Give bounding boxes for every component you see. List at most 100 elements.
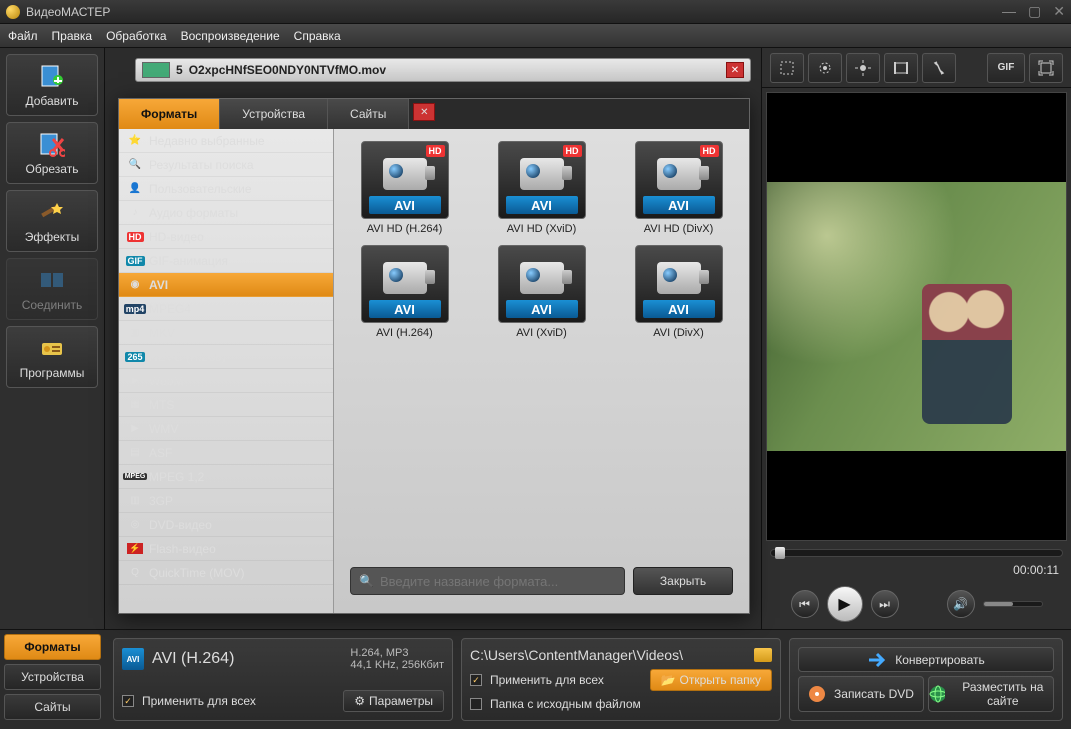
sidebar-item-gif[interactable]: GIFGIF-анимация [119, 249, 333, 273]
minimize-button[interactable]: — [1002, 3, 1016, 20]
sidebar-item-mpeg[interactable]: MPEGMPEG 1,2 [119, 465, 333, 489]
sidebar-item-search[interactable]: 🔍Результаты поиска [119, 153, 333, 177]
same-folder-label: Папка с исходным файлом [490, 697, 641, 711]
play-button[interactable]: ▶ [827, 586, 863, 622]
sidebar-item-disc[interactable]: ◉AVI [119, 273, 333, 297]
playback-controls: ⏮ ▶ ⏭ 🔊 [762, 579, 1071, 629]
next-button[interactable]: ⏭ [871, 590, 899, 618]
sidebar-item-mts[interactable]: ▦MTS [119, 393, 333, 417]
format-item[interactable]: AVIAVI (H.264) [346, 245, 463, 339]
sidebar-item-label: WebM [149, 374, 183, 388]
sidebar-item-wmv[interactable]: ▶WMV [119, 417, 333, 441]
join-label: Соединить [22, 298, 83, 312]
sidebar-item-label: 3GP [149, 494, 173, 508]
sidebar-item-label: Flash-видео [149, 542, 216, 556]
codec-line1: H.264, MP3 [350, 647, 444, 659]
action-panel: Конвертировать Записать DVD Разместить н… [789, 638, 1063, 721]
dialog-tab-formats[interactable]: Форматы [119, 99, 220, 129]
seek-slider[interactable] [770, 549, 1063, 557]
programs-icon [38, 334, 66, 362]
file-remove-button[interactable]: ✕ [726, 62, 744, 78]
sidebar-item-label: ASF [149, 446, 172, 460]
effects-button[interactable]: Эффекты [6, 190, 98, 252]
menu-help[interactable]: Справка [294, 29, 341, 43]
bottom-tab-sites[interactable]: Сайты [4, 694, 101, 720]
frame-tool-button[interactable] [884, 53, 918, 83]
camera-icon [383, 158, 427, 190]
speed-tool-button[interactable] [922, 53, 956, 83]
menu-playback[interactable]: Воспроизведение [181, 29, 280, 43]
convert-button[interactable]: Конвертировать [798, 647, 1054, 672]
format-caption: AVI (DivX) [653, 327, 704, 339]
fullscreen-tool-button[interactable] [1029, 53, 1063, 83]
format-item[interactable]: AVIAVI (DivX) [620, 245, 737, 339]
format-search[interactable]: 🔍 [350, 567, 625, 595]
bottom-tab-devices[interactable]: Устройства [4, 664, 101, 690]
same-folder-checkbox[interactable] [470, 698, 482, 710]
sidebar-item-recent[interactable]: ⭐Недавно выбранные [119, 129, 333, 153]
sidebar-item-dvd[interactable]: ◎DVD-видео [119, 513, 333, 537]
join-button: Соединить [6, 258, 98, 320]
bottom-tabs: Форматы Устройства Сайты [0, 630, 105, 729]
search-icon: 🔍 [359, 574, 374, 588]
effects-icon [38, 198, 66, 226]
sidebar-item-qt[interactable]: QQuickTime (MOV) [119, 561, 333, 585]
hevc-icon: 265 [127, 350, 143, 364]
dialog-tab-sites[interactable]: Сайты [328, 99, 409, 129]
brightness-tool-button[interactable] [846, 53, 880, 83]
sidebar-item-hevc[interactable]: 265HEVC (H.265) [119, 345, 333, 369]
video-preview[interactable] [766, 92, 1067, 541]
menu-bar: Файл Правка Обработка Воспроизведение Сп… [0, 24, 1071, 48]
add-button[interactable]: Добавить [6, 54, 98, 116]
sidebar-item-mp4[interactable]: mp4MPEG4 [119, 297, 333, 321]
sidebar-item-asf[interactable]: ▤ASF [119, 441, 333, 465]
format-item[interactable]: HDAVIAVI HD (H.264) [346, 141, 463, 235]
convert-icon [867, 650, 887, 670]
close-window-button[interactable]: ✕ [1053, 3, 1065, 20]
apply-all-output-checkbox[interactable]: ✓ [470, 674, 482, 686]
crop-tool-button[interactable] [770, 53, 804, 83]
camera-icon [520, 262, 564, 294]
upload-button[interactable]: Разместить на сайте [928, 676, 1054, 712]
sidebar-item-hd[interactable]: HDHD-видео [119, 225, 333, 249]
prev-button[interactable]: ⏮ [791, 590, 819, 618]
format-search-input[interactable] [380, 574, 616, 589]
sidebar-item-label: MPEG 1,2 [149, 470, 204, 484]
time-display: 00:00:11 [1013, 563, 1059, 577]
programs-button[interactable]: Программы [6, 326, 98, 388]
rotate-tool-button[interactable] [808, 53, 842, 83]
menu-processing[interactable]: Обработка [106, 29, 167, 43]
format-grid: HDAVIAVI HD (H.264)HDAVIAVI HD (XviD)HDA… [346, 141, 737, 561]
open-folder-button[interactable]: 📂Открыть папку [650, 669, 772, 691]
sidebar-item-flash[interactable]: ⚡Flash-видео [119, 537, 333, 561]
burn-dvd-button[interactable]: Записать DVD [798, 676, 924, 712]
format-tag: AVI [506, 196, 578, 214]
format-item[interactable]: HDAVIAVI HD (XviD) [483, 141, 600, 235]
mts-icon: ▦ [127, 398, 143, 412]
sidebar-item-audio[interactable]: ♪Аудио форматы [119, 201, 333, 225]
menu-file[interactable]: Файл [8, 29, 38, 43]
add-icon [38, 62, 66, 90]
dialog-close-x-button[interactable]: ✕ [413, 103, 435, 121]
dialog-tabs: Форматы Устройства Сайты ✕ [119, 99, 749, 129]
sidebar-item-user[interactable]: 👤Пользовательские [119, 177, 333, 201]
gif-tool-button[interactable]: GIF [987, 53, 1025, 83]
sidebar-item-webm[interactable]: ▶WebM [119, 369, 333, 393]
file-row[interactable]: 5 O2xpcHNfSEO0NDY0NTVfMO.mov ✕ [135, 58, 751, 82]
file-index: 5 [176, 63, 183, 77]
cut-button[interactable]: Обрезать [6, 122, 98, 184]
dialog-tab-devices[interactable]: Устройства [220, 99, 328, 129]
apply-all-format-checkbox[interactable]: ✓ [122, 695, 134, 707]
format-item[interactable]: AVIAVI (XviD) [483, 245, 600, 339]
format-item[interactable]: HDAVIAVI HD (DivX) [620, 141, 737, 235]
sidebar-item-3gp[interactable]: ▥3GP [119, 489, 333, 513]
volume-slider[interactable] [983, 601, 1043, 607]
menu-edit[interactable]: Правка [52, 29, 93, 43]
bottom-tab-formats[interactable]: Форматы [4, 634, 101, 660]
browse-folder-button[interactable] [754, 648, 772, 662]
volume-button[interactable]: 🔊 [947, 590, 975, 618]
maximize-button[interactable]: ▢ [1028, 3, 1041, 20]
sidebar-item-mkv[interactable]: ▣MKV [119, 321, 333, 345]
params-button[interactable]: ⚙Параметры [343, 690, 444, 712]
dialog-close-button[interactable]: Закрыть [633, 567, 733, 595]
